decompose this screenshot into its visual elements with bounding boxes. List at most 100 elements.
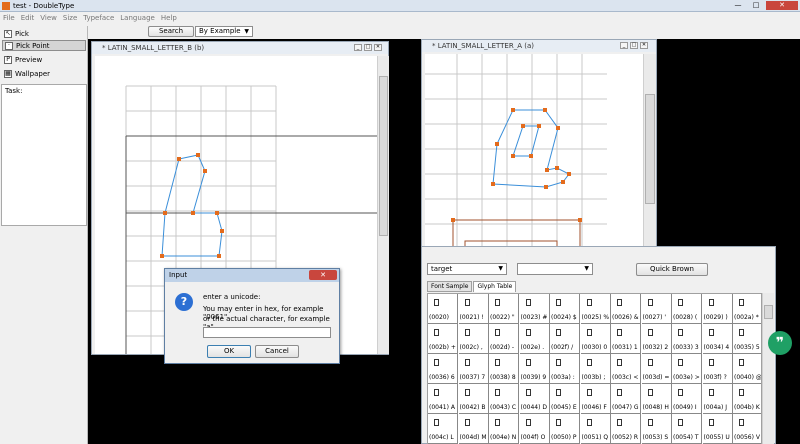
glyph-cell[interactable]: (0053) S [641,414,672,444]
cancel-button[interactable]: Cancel [255,345,299,358]
glyph-cell[interactable]: (0056) V [733,414,761,444]
glyph-cell[interactable]: (0028) ( [672,294,702,324]
search-button[interactable]: Search [148,26,194,37]
glyph-cell[interactable]: (0055) U [702,414,733,444]
tool-preview[interactable]: P Preview [2,54,86,65]
frame-minimize-icon[interactable]: _ [620,42,628,49]
glyph-cell[interactable]: (0027) ' [641,294,672,324]
menu-typeface[interactable]: Typeface [83,14,114,22]
glyph-cell[interactable]: (0030) 0 [580,324,611,354]
glyph-code-label: (0028) ( [673,314,698,321]
tool-pick[interactable]: ↖ Pick [2,28,86,39]
glyph-cell[interactable]: (002d) - [489,324,519,354]
glyph-cell[interactable]: (0024) $ [550,294,580,324]
glyph-cell[interactable]: (0045) E [550,384,580,414]
glyph-code-label: (004d) M [459,434,487,441]
glyph-cell[interactable]: (0036) 6 [428,354,458,384]
vertical-scrollbar[interactable] [643,54,656,250]
tab-font-sample[interactable]: Font Sample [427,281,473,292]
glyph-cell[interactable]: (0039) 9 [519,354,550,384]
glyph-cell[interactable]: (0033) 3 [672,324,702,354]
glyph-canvas-a[interactable] [425,54,643,250]
menu-edit[interactable]: Edit [21,14,35,22]
scrollbar-thumb[interactable] [379,76,388,236]
glyph-placeholder-icon [739,299,744,306]
vertical-scrollbar[interactable] [377,56,389,354]
glyph-cell[interactable]: (0048) H [641,384,672,414]
glyph-cell[interactable]: (0023) # [519,294,550,324]
glyph-cell[interactable]: (0044) D [519,384,550,414]
ok-button[interactable]: OK [207,345,251,358]
glyph-cell[interactable]: (002f) / [550,324,580,354]
glyph-cell[interactable]: (0043) C [489,384,519,414]
glyph-cell[interactable]: (002e) . [519,324,550,354]
window-title: test - DoubleType [13,2,75,10]
glyph-cell[interactable]: (0034) 4 [702,324,733,354]
glyph-cell[interactable]: (002a) * [733,294,761,324]
glyph-cell[interactable]: (0020) [428,294,458,324]
glyph-cell[interactable]: (003c) < [611,354,641,384]
close-button[interactable]: ✕ [766,1,798,10]
glyph-cell[interactable]: (0031) 1 [611,324,641,354]
search-mode-select[interactable]: By Example ▼ [195,26,253,37]
dialog-close-button[interactable]: ✕ [309,270,337,280]
scrollbar-thumb[interactable] [764,305,773,319]
tool-wallpaper[interactable]: ▦ Wallpaper [2,68,86,79]
glyph-cell[interactable]: (004c) L [428,414,458,444]
glyph-cell[interactable]: (004e) N [489,414,519,444]
frame-close-icon[interactable]: ✕ [640,42,648,49]
maximize-button[interactable]: □ [748,1,764,10]
glyph-cell[interactable]: (0051) Q [580,414,611,444]
glyph-cell[interactable]: (0022) " [489,294,519,324]
glyph-cell[interactable]: (0041) A [428,384,458,414]
glyph-cell[interactable]: (0052) R [611,414,641,444]
glyph-cell[interactable]: (003b) ; [580,354,611,384]
glyph-cell[interactable]: (002b) + [428,324,458,354]
glyph-placeholder-icon [495,359,500,366]
quote-icon[interactable]: ❞ [768,331,792,355]
frame-close-icon[interactable]: ✕ [374,44,382,51]
glyph-cell[interactable]: (004f) O [519,414,550,444]
menu-file[interactable]: File [3,14,15,22]
frame-maximize-icon[interactable]: □ [364,44,372,51]
menu-size[interactable]: Size [63,14,77,22]
frame-maximize-icon[interactable]: □ [630,42,638,49]
glyph-cell[interactable]: (0021) ! [458,294,489,324]
glyph-cell[interactable]: (003e) > [672,354,702,384]
tab-glyph-table[interactable]: Glyph Table [473,281,517,292]
glyph-cell[interactable]: (0040) @ [733,354,761,384]
glyph-cell[interactable]: (0035) 5 [733,324,761,354]
glyph-cell[interactable]: (0032) 2 [641,324,672,354]
glyph-cell[interactable]: (0046) F [580,384,611,414]
glyph-cell[interactable]: (0025) % [580,294,611,324]
secondary-select[interactable]: ▼ [517,263,593,275]
menu-view[interactable]: View [40,14,57,22]
glyph-cell[interactable]: (003f) ? [702,354,733,384]
tool-pick-point[interactable]: · Pick Point [2,40,86,51]
menu-language[interactable]: Language [120,14,155,22]
glyph-cell[interactable]: (0029) ) [702,294,733,324]
glyph-cell[interactable]: (0026) & [611,294,641,324]
scrollbar-thumb[interactable] [645,94,655,204]
glyph-cell[interactable]: (003a) : [550,354,580,384]
glyph-cell[interactable]: (0037) 7 [458,354,489,384]
vertical-scrollbar[interactable] [762,293,774,444]
font-select[interactable]: target ▼ [427,263,507,275]
glyph-cell[interactable]: (0047) G [611,384,641,414]
quick-brown-button[interactable]: Quick Brown [636,263,708,276]
glyph-cell[interactable]: (004b) K [733,384,761,414]
glyph-cell[interactable]: (0038) 8 [489,354,519,384]
glyph-cell[interactable]: (004d) M [458,414,489,444]
frame-minimize-icon[interactable]: _ [354,44,362,51]
glyph-cell[interactable]: (0054) T [672,414,702,444]
glyph-cell[interactable]: (002c) , [458,324,489,354]
glyph-placeholder-icon [556,329,561,336]
glyph-cell[interactable]: (0049) I [672,384,702,414]
menu-help[interactable]: Help [161,14,177,22]
glyph-cell[interactable]: (0050) P [550,414,580,444]
glyph-cell[interactable]: (003d) = [641,354,672,384]
glyph-cell[interactable]: (004a) J [702,384,733,414]
glyph-cell[interactable]: (0042) B [458,384,489,414]
minimize-button[interactable]: — [730,1,746,10]
unicode-input[interactable] [203,327,331,338]
